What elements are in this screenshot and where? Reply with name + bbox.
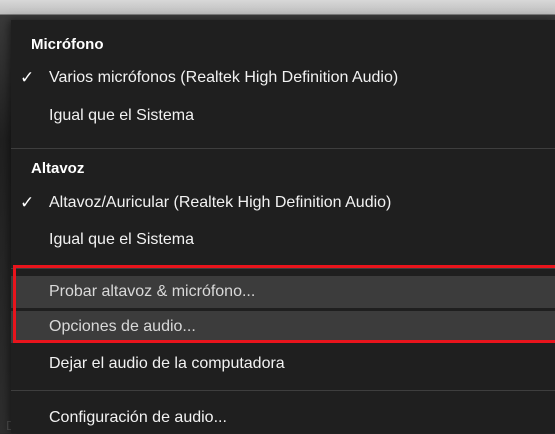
- microphone-option-system[interactable]: Igual que el Sistema: [11, 100, 555, 132]
- separator: [11, 148, 555, 149]
- microphone-option-label: Varios micrófonos (Realtek High Definiti…: [49, 69, 399, 86]
- separator: [11, 268, 555, 269]
- separator: [11, 390, 555, 391]
- audio-options-label: Opciones de audio...: [49, 318, 196, 335]
- microphone-header: Micrófono: [31, 36, 104, 53]
- audio-settings-label: Configuración de audio...: [49, 409, 227, 426]
- test-speaker-microphone-label: Probar altavoz & micrófono...: [49, 283, 256, 300]
- leave-computer-audio-label: Dejar el audio de la computadora: [49, 355, 285, 372]
- audio-options-item[interactable]: Opciones de audio...: [11, 311, 555, 343]
- speaker-option-label: Altavoz/Auricular (Realtek High Definiti…: [49, 194, 392, 211]
- audio-settings-item[interactable]: Configuración de audio...: [11, 402, 555, 434]
- checkmark-icon: ✓: [20, 193, 35, 212]
- microphone-option-realtek[interactable]: ✓ Varios micrófonos (Realtek High Defini…: [11, 62, 555, 94]
- speaker-option-system[interactable]: Igual que el Sistema: [11, 224, 555, 256]
- audio-menu: Micrófono ✓ Varios micrófonos (Realtek H…: [11, 20, 555, 433]
- speaker-header: Altavoz: [31, 160, 85, 177]
- speaker-option-label: Igual que el Sistema: [49, 231, 194, 248]
- leave-computer-audio-item[interactable]: Dejar el audio de la computadora: [11, 348, 555, 380]
- test-speaker-microphone-item[interactable]: Probar altavoz & micrófono...: [11, 276, 555, 308]
- microphone-option-label: Igual que el Sistema: [49, 107, 194, 124]
- speaker-option-realtek[interactable]: ✓ Altavoz/Auricular (Realtek High Defini…: [11, 187, 555, 219]
- checkmark-icon: ✓: [20, 68, 35, 87]
